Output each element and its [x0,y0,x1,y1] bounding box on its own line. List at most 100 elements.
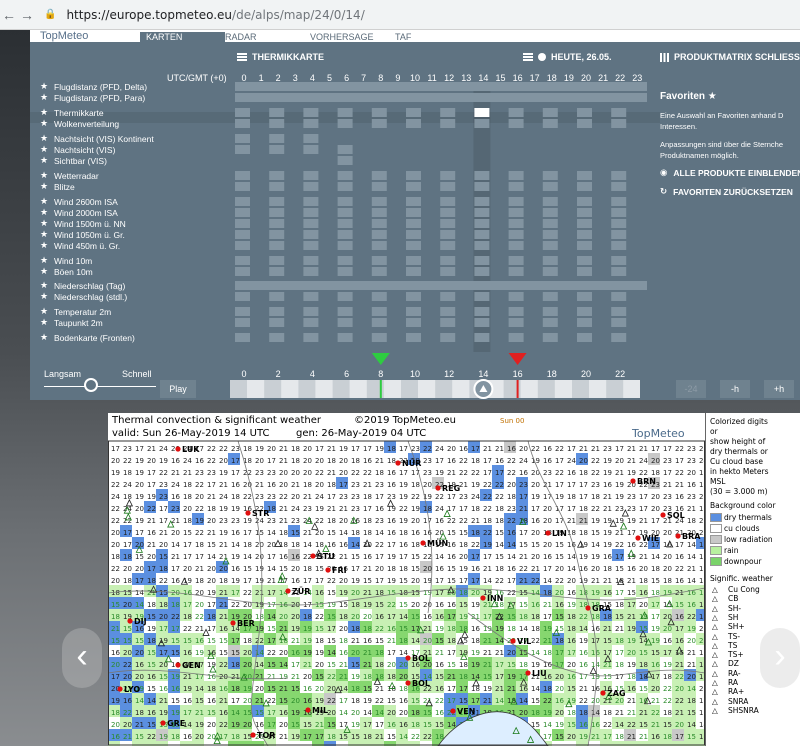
hour-label[interactable]: 5 [322,73,338,83]
product-row[interactable]: ★ Niederschlag (Tag) [40,280,125,291]
product-row[interactable]: ★ Wetterradar [40,170,99,181]
favorite-star-icon[interactable]: ★ [40,266,49,277]
hour-label[interactable]: 14 [475,73,491,83]
favorite-star-icon[interactable]: ★ [40,291,49,302]
favorite-star-icon[interactable]: ★ [40,280,49,291]
logo[interactable]: TopMeteo [30,30,140,42]
product-row[interactable]: ★ Sichtbar (VIS) [40,155,107,166]
favorite-star-icon[interactable]: ★ [40,207,49,218]
hour-label[interactable]: 17 [527,73,543,83]
timeline-hour-label[interactable]: 4 [303,369,321,379]
next-slide-button[interactable]: › [760,628,800,688]
speed-slider-handle[interactable] [84,378,98,392]
previous-slide-button[interactable]: ‹ [62,628,102,688]
reset-favorites-button[interactable]: ↻ FAVORITEN ZURÜCKSETZEN [660,186,793,197]
favorite-star-icon[interactable]: ★ [40,118,49,129]
product-row[interactable]: ★ Blitze [40,181,75,192]
hour-label[interactable]: 15 [493,73,509,83]
favorite-star-icon[interactable]: ★ [40,306,49,317]
timeline-hour-label[interactable]: 18 [543,369,561,379]
forward-icon[interactable]: → [18,7,36,23]
timeline-hour-label[interactable]: 16 [509,369,527,379]
favorite-star-icon[interactable]: ★ [40,92,49,103]
close-matrix-button[interactable]: PRODUKTMATRIX SCHLIESSEN [660,52,800,62]
thermal-digit: 18 [519,661,528,669]
product-row[interactable]: ★ Böen 10m [40,266,93,277]
plus-hour-button[interactable]: +h [764,380,794,398]
hour-label[interactable]: 10 [407,73,423,83]
back-icon[interactable]: ← [0,7,18,23]
product-row[interactable]: ★ Thermikkarte [40,107,104,118]
timeline-hour-label[interactable]: 2 [269,369,287,379]
timeline-hour-label[interactable]: 14 [474,369,492,379]
hour-label[interactable]: 1 [253,73,269,83]
product-row[interactable]: ★ Wind 450m ü. Gr. [40,240,120,251]
product-row[interactable]: ★ Nachtsicht (VIS) [40,144,115,155]
product-row[interactable]: ★ Wind 1500m ü. NN [40,218,126,229]
timeline-hour-label[interactable]: 10 [406,369,424,379]
timeline-hour-label[interactable]: 6 [338,369,356,379]
product-row[interactable]: ★ Nachtsicht (VIS) Kontinent [40,133,154,144]
favorite-star-icon[interactable]: ★ [40,107,49,118]
product-row[interactable]: ★ Flugdistanz (PFD, Delta) [40,81,147,92]
hour-label[interactable]: 9 [390,73,406,83]
favorite-star-icon[interactable]: ★ [40,240,49,251]
hour-label[interactable]: 19 [561,73,577,83]
nav-vorhersage[interactable]: VORHERSAGE [310,32,395,42]
nav-radar[interactable]: RADAR [225,32,310,42]
hour-label[interactable]: 20 [578,73,594,83]
hour-label[interactable]: 11 [424,73,440,83]
product-row[interactable]: ★ Flugdistanz (PFD, Para) [40,92,145,103]
hour-label[interactable]: 22 [612,73,628,83]
timeline-hour-label[interactable]: 20 [577,369,595,379]
hour-label[interactable]: 18 [544,73,560,83]
favorite-star-icon[interactable]: ★ [40,181,49,192]
hour-label[interactable]: 21 [595,73,611,83]
favorite-star-icon[interactable]: ★ [40,196,49,207]
timeline-hour-label[interactable]: 8 [372,369,390,379]
favorite-star-icon[interactable]: ★ [40,170,49,181]
favorite-star-icon[interactable]: ★ [40,81,49,92]
product-row[interactable]: ★ Wind 2600m ISA [40,196,118,207]
hour-label[interactable]: 16 [510,73,526,83]
product-row[interactable]: ★ Temperatur 2m [40,306,111,317]
favorite-star-icon[interactable]: ★ [40,144,49,155]
favorite-star-icon[interactable]: ★ [40,317,49,328]
show-all-products-button[interactable]: ◉ ALLE PRODUKTE EINBLENDEN [660,167,800,178]
timeline-hour-label[interactable]: 0 [235,369,253,379]
hour-label[interactable]: 6 [339,73,355,83]
product-row[interactable]: ★ Taupunkt 2m [40,317,103,328]
speed-slider-track[interactable] [44,386,156,387]
hour-label[interactable]: 2 [270,73,286,83]
timeline-hour-label[interactable]: 22 [611,369,629,379]
favorite-star-icon[interactable]: ★ [40,218,49,229]
product-row[interactable]: ★ Wind 2000m ISA [40,207,118,218]
hour-label[interactable]: 8 [373,73,389,83]
favorite-star-icon[interactable]: ★ [40,133,49,144]
play-button[interactable]: Play [160,380,196,398]
thermikkarte-header[interactable]: THERMIKKARTE [237,52,324,62]
product-row[interactable]: ★ Wolkenverteilung [40,118,119,129]
hour-label[interactable]: 12 [441,73,457,83]
timeline-hour-label[interactable]: 12 [440,369,458,379]
product-row[interactable]: ★ Wind 1050m ü. Gr. [40,229,125,240]
hour-label[interactable]: 3 [287,73,303,83]
nav-taf[interactable]: TAF [395,32,480,42]
product-row[interactable]: ★ Niederschlag (stdl.) [40,291,127,302]
hour-label[interactable]: 4 [304,73,320,83]
product-row[interactable]: ★ Wind 10m [40,255,92,266]
minus-24-button[interactable]: -24 [676,380,706,398]
nav-karten[interactable]: KARTEN [140,32,225,42]
hour-label[interactable]: 0 [236,73,252,83]
hour-label[interactable]: 23 [629,73,645,83]
date-header[interactable]: HEUTE, 26.05. [523,52,612,62]
favorite-star-icon[interactable]: ★ [40,229,49,240]
hour-label[interactable]: 7 [356,73,372,83]
favorite-star-icon[interactable]: ★ [40,155,49,166]
product-row[interactable]: ★ Bodenkarte (Fronten) [40,332,135,343]
favorite-star-icon[interactable]: ★ [40,255,49,266]
url-field[interactable]: https://europe.topmeteo.eu/de/alps/map/2… [66,8,364,22]
minus-hour-button[interactable]: -h [720,380,750,398]
favorite-star-icon[interactable]: ★ [40,332,49,343]
hour-label[interactable]: 13 [458,73,474,83]
